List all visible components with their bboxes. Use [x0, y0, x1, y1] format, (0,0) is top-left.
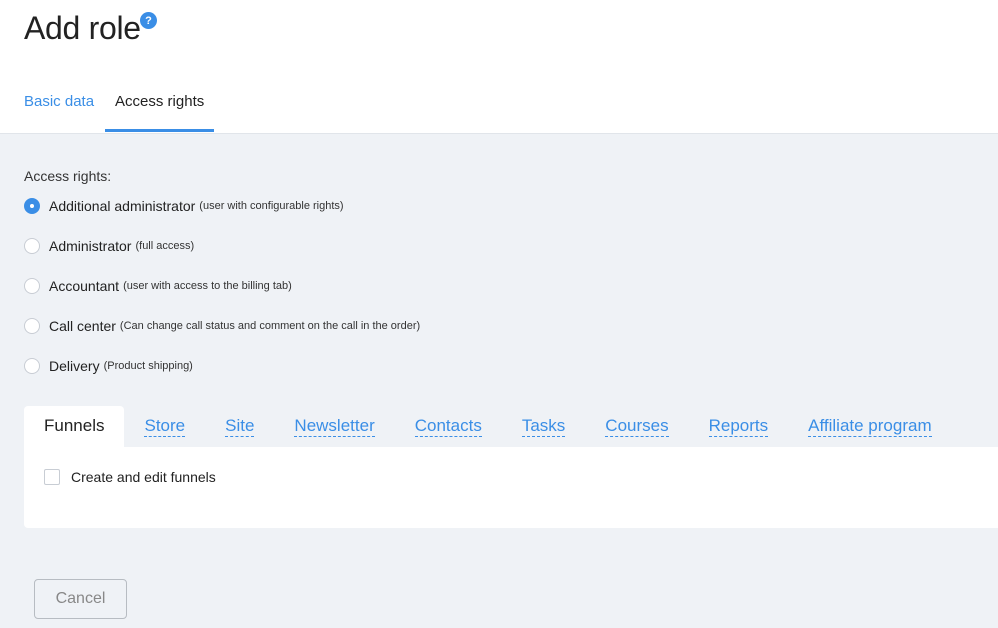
radio-label: Delivery	[49, 358, 100, 374]
tab-label: Affiliate program	[808, 415, 932, 437]
radio-button[interactable]	[24, 238, 40, 254]
tab-newsletter[interactable]: Newsletter	[274, 406, 394, 447]
access-rights-label: Access rights:	[24, 168, 112, 184]
create-edit-funnels-checkbox[interactable]	[44, 469, 60, 485]
radio-option-delivery[interactable]: Delivery (Product shipping)	[24, 358, 193, 374]
radio-option-call-center[interactable]: Call center (Can change call status and …	[24, 318, 420, 334]
tab-label: Courses	[605, 415, 669, 437]
radio-label: Accountant	[49, 278, 120, 294]
permission-tabs: Funnels Store Site Newsletter Contacts T…	[24, 406, 952, 447]
radio-label: Additional administrator	[49, 198, 196, 214]
radio-label: Administrator	[49, 238, 132, 254]
tab-store[interactable]: Store	[124, 406, 205, 447]
tab-courses[interactable]: Courses	[585, 406, 688, 447]
radio-option-accountant[interactable]: Accountant (user with access to the bill…	[24, 278, 292, 294]
radio-button[interactable]	[24, 198, 40, 214]
access-rights-content: Access rights: Additional administrator …	[0, 134, 998, 628]
radio-option-additional-administrator[interactable]: Additional administrator (user with conf…	[24, 198, 344, 214]
radio-button[interactable]	[24, 318, 40, 334]
top-tabs: Basic data Access rights	[24, 93, 235, 132]
tab-label: Reports	[708, 415, 769, 437]
create-edit-funnels-option[interactable]: Create and edit funnels	[44, 469, 216, 485]
tab-label: Contacts	[414, 415, 482, 437]
radio-button[interactable]	[24, 278, 40, 294]
radio-label: Call center	[49, 318, 116, 334]
radio-note: (user with access to the billing tab)	[123, 280, 292, 292]
radio-note: (Product shipping)	[103, 360, 193, 372]
tab-label: Newsletter	[294, 415, 375, 437]
tab-access-rights[interactable]: Access rights	[105, 93, 215, 132]
tab-site[interactable]: Site	[205, 406, 274, 447]
tab-reports[interactable]: Reports	[689, 406, 789, 447]
tab-label: Funnels	[44, 416, 105, 435]
tab-contacts[interactable]: Contacts	[395, 406, 502, 447]
radio-note: (Can change call status and comment on t…	[119, 320, 421, 332]
tab-label: Site	[225, 415, 255, 437]
checkbox-label: Create and edit funnels	[71, 469, 216, 485]
radio-note: (user with configurable rights)	[199, 200, 344, 212]
radio-option-administrator[interactable]: Administrator (full access)	[24, 238, 194, 254]
funnels-tab-panel: Create and edit funnels	[24, 447, 998, 528]
tab-affiliate-program[interactable]: Affiliate program	[788, 406, 951, 447]
radio-button[interactable]	[24, 358, 40, 374]
tab-tasks[interactable]: Tasks	[502, 406, 585, 447]
tab-label: Store	[144, 415, 186, 437]
cancel-button[interactable]: Cancel	[34, 579, 127, 619]
radio-note: (full access)	[135, 240, 195, 252]
tab-funnels[interactable]: Funnels	[24, 406, 125, 447]
tab-label: Tasks	[521, 415, 566, 437]
help-icon[interactable]: ?	[140, 12, 157, 29]
tab-basic-data[interactable]: Basic data	[24, 93, 94, 132]
permissions-panel: Funnels Store Site Newsletter Contacts T…	[24, 406, 998, 528]
page-title: Add role	[24, 10, 141, 46]
header: Add role ? Basic data Access rights	[0, 0, 998, 133]
